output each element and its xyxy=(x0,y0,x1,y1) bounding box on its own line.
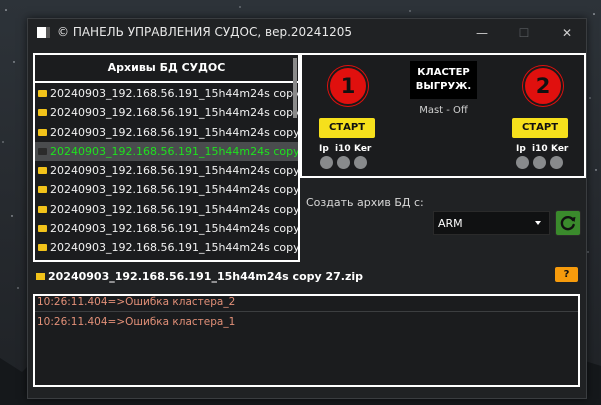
node-1-start-button[interactable]: СТАРТ xyxy=(319,118,375,138)
folder-icon xyxy=(38,109,47,117)
node-2-indicator: 2 xyxy=(523,66,563,106)
node-2-i10-label: i10 xyxy=(532,144,548,154)
folder-icon xyxy=(38,128,47,136)
archives-panel: Архивы БД СУДОС 20240903_192.168.56.191_… xyxy=(33,53,300,262)
log-line: 10:26:11.404=>Ошибка кластера_1 xyxy=(37,316,236,328)
node-1-i10-status-icon xyxy=(337,156,350,169)
node-1-i10-label: i10 xyxy=(335,144,351,154)
archive-item-label: 20240903_192.168.56.191_15h44m24s copy 2… xyxy=(50,106,298,120)
node-1-ker-status-icon xyxy=(354,156,367,169)
archive-item[interactable]: 20240903_192.168.56.191_15h44m24s copy 2… xyxy=(35,123,298,142)
minimize-button[interactable]: — xyxy=(470,23,494,43)
help-button[interactable]: ? xyxy=(555,267,578,282)
app-icon xyxy=(37,27,50,38)
cluster-panel: 1 КЛАСТЕР ВЫГРУЖ. Mast - Off 2 СТАРТ СТА… xyxy=(300,53,586,178)
node-1-indicator: 1 xyxy=(328,66,368,106)
archive-item-label: 20240903_192.168.56.191_15h44m24s copy 2… xyxy=(50,241,298,255)
node-2-ip-label: Ip xyxy=(516,144,526,154)
archive-item-label: 20240903_192.168.56.191_15h44m24s copy 2… xyxy=(50,144,298,158)
node-1-ip-label: Ip xyxy=(319,144,329,154)
log-panel[interactable]: 10:26:11.404=>Ошибка кластера_2 10:26:11… xyxy=(33,294,580,387)
selected-archive: 20240903_192.168.56.191_15h44m24s copy 2… xyxy=(36,270,363,283)
folder-icon xyxy=(38,90,47,97)
control-panel-window: © ПАНЕЛЬ УПРАВЛЕНИЯ СУДОС, вер.20241205 … xyxy=(27,18,587,399)
node-1-ip-status-icon xyxy=(320,156,333,169)
refresh-icon xyxy=(560,215,576,231)
archive-item-label: 20240903_192.168.56.191_15h44m24s copy 2… xyxy=(50,164,298,178)
create-archive-label: Создать архив БД с: xyxy=(306,196,424,209)
archive-item-label: 20240903_192.168.56.191_15h44m24s copy 2… xyxy=(50,183,298,197)
cluster-label-line2: ВЫГРУЖ. xyxy=(415,81,472,92)
cluster-mode: Mast - Off xyxy=(419,105,468,116)
node-2-ker-label: Ker xyxy=(551,144,569,154)
node-2-start-button[interactable]: СТАРТ xyxy=(512,118,568,138)
archive-item[interactable]: 20240903_192.168.56.191_15h44m24s copy 2… xyxy=(35,180,298,199)
folder-icon xyxy=(38,244,47,252)
archives-header: Архивы БД СУДОС xyxy=(35,55,298,83)
archive-item-label: 20240903_192.168.56.191_15h44m24s copy 2… xyxy=(50,125,298,139)
folder-icon xyxy=(36,273,45,280)
close-button[interactable]: ✕ xyxy=(555,23,579,43)
archive-item[interactable]: 20240903_192.168.56.191_15h44m24s copy 2… xyxy=(35,219,298,238)
window-title: © ПАНЕЛЬ УПРАВЛЕНИЯ СУДОС, вер.20241205 xyxy=(57,25,352,39)
archive-item[interactable]: 20240903_192.168.56.191_15h44m24s copy 2… xyxy=(35,161,298,180)
archives-scrollbar[interactable] xyxy=(293,58,297,118)
node-1-ker-label: Ker xyxy=(354,144,372,154)
archive-item-label: 20240903_192.168.56.191_15h44m24s copy 2… xyxy=(50,222,298,236)
title-bar: © ПАНЕЛЬ УПРАВЛЕНИЯ СУДОС, вер.20241205 … xyxy=(28,19,586,47)
archive-item[interactable]: 20240903_192.168.56.191_15h44m24s copy 3… xyxy=(35,84,298,103)
folder-icon xyxy=(38,167,47,175)
source-select[interactable]: ARM xyxy=(433,211,550,235)
maximize-button[interactable]: ☐ xyxy=(512,23,536,43)
node-2-ip-status-icon xyxy=(516,156,529,169)
log-line: 10:26:11.404=>Ошибка кластера_2 xyxy=(37,296,236,308)
log-separator xyxy=(35,311,578,312)
archives-list[interactable]: 20240903_192.168.56.191_15h44m24s copy 3… xyxy=(35,84,298,260)
folder-icon xyxy=(38,205,47,213)
chevron-down-icon xyxy=(535,221,541,225)
folder-icon xyxy=(38,186,47,194)
archive-item[interactable]: 20240903_192.168.56.191_15h44m24s copy 2… xyxy=(35,200,298,219)
folder-icon xyxy=(38,225,47,233)
node-2-i10-status-icon xyxy=(533,156,546,169)
archive-item-label: 20240903_192.168.56.191_15h44m24s copy 3… xyxy=(50,87,298,100)
folder-icon xyxy=(38,147,47,155)
cluster-status-label: КЛАСТЕР ВЫГРУЖ. xyxy=(410,61,477,99)
archive-item-label: 20240903_192.168.56.191_15h44m24s copy 2… xyxy=(50,202,298,216)
source-select-value: ARM xyxy=(438,217,463,230)
archive-item[interactable]: 20240903_192.168.56.191_15h44m24s copy 2… xyxy=(35,141,298,162)
archive-item[interactable]: 20240903_192.168.56.191_15h44m24s copy 2… xyxy=(35,103,298,122)
refresh-button[interactable] xyxy=(555,210,581,236)
archive-item[interactable]: 20240903_192.168.56.191_15h44m24s copy 2… xyxy=(35,238,298,257)
selected-archive-name: 20240903_192.168.56.191_15h44m24s copy 2… xyxy=(48,270,364,283)
node-2-ker-status-icon xyxy=(550,156,563,169)
cluster-label-line1: КЛАСТЕР xyxy=(417,67,470,78)
